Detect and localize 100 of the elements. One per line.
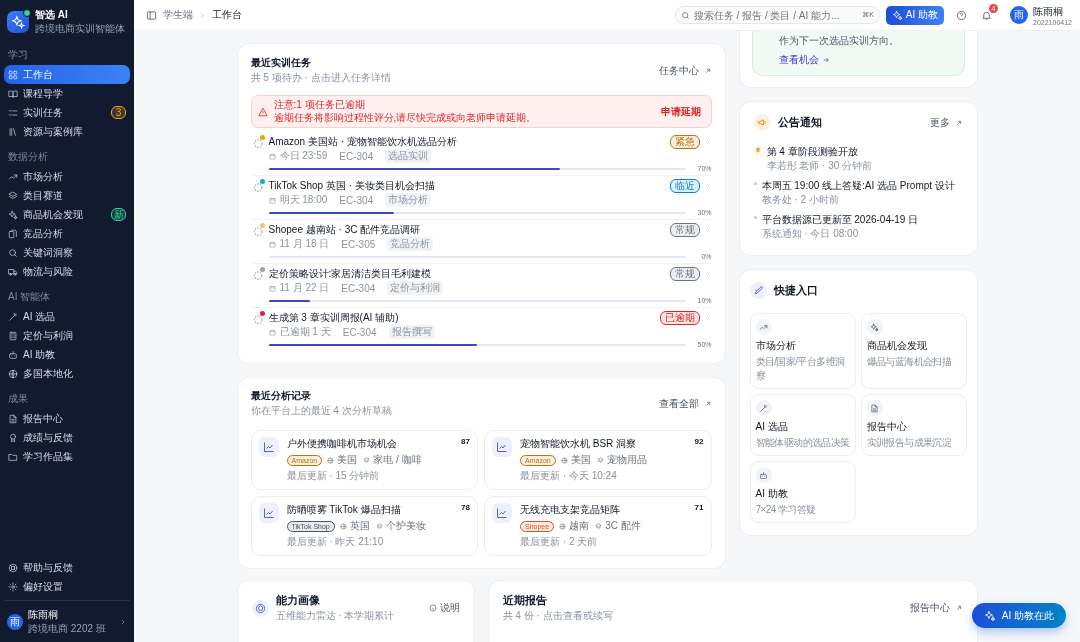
announcement-item[interactable]: 第 4 章阶段测验开放 李若彤 老师 · 30 分钟前: [753, 145, 963, 173]
globe-icon: [560, 456, 568, 464]
sidebar-item[interactable]: 多国本地化: [4, 364, 130, 383]
alert-title: 注意:1 项任务已逾期: [273, 99, 366, 112]
announcement-meta: 系统通知 · 今日 08:00: [761, 227, 860, 241]
course-code: EC-305: [341, 238, 376, 250]
documents-icon: [8, 228, 18, 239]
tile-description: 7×24 学习答疑: [755, 503, 817, 517]
arrow-up-right-icon: [954, 118, 963, 127]
breadcrumb-item[interactable]: 学生端: [163, 8, 193, 22]
announcement-title: 平台数据源已更新至 2026-04-19 日: [761, 213, 919, 227]
megaphone-icon: [753, 114, 771, 131]
record-updated: 最后更新 · 2 天前: [520, 535, 599, 549]
record-category: 个护美妆: [385, 519, 426, 533]
record-country: 英国: [349, 519, 370, 533]
sidebar-item[interactable]: 成绩与反馈: [4, 428, 130, 447]
sidebar-item[interactable]: 帮助与反馈: [4, 558, 130, 577]
opportunity-text: 作为下一次选品实训方向。: [778, 34, 900, 48]
info-icon: [428, 604, 437, 612]
report-center-link[interactable]: 报告中心: [909, 601, 963, 615]
task-title: Amazon 美国站 · 宠物智能饮水机选品分析: [268, 135, 458, 149]
card-title: 公告通知: [777, 115, 822, 130]
more-link[interactable]: 更多: [929, 115, 963, 130]
quick-entry-tile[interactable]: 报告中心 实训报告与成果沉淀: [860, 394, 967, 456]
announcement-item[interactable]: 本周五 19:00 线上答疑:AI 选品 Prompt 设计 教务处 · 2 小时前: [753, 179, 963, 207]
grid-icon: [8, 69, 18, 80]
user-class: 跨境电商 2202 班: [28, 622, 107, 636]
record-updated: 最后更新 · 15 分钟前: [286, 469, 381, 483]
sidebar-toggle-icon[interactable]: [146, 9, 157, 21]
sidebar-item[interactable]: AI 助教: [4, 345, 130, 364]
task-tag: 竞品分析: [387, 237, 434, 251]
task-due: 11 月 22 日: [279, 281, 330, 295]
card-title: 最近分析记录: [250, 389, 312, 403]
sidebar-item[interactable]: 物流与风险: [4, 262, 130, 281]
extension-link[interactable]: 申请延期: [660, 104, 701, 119]
quick-entry-tile[interactable]: 商品机会发现 爆品与蓝海机会扫描: [860, 313, 967, 389]
task-tag: 报告撰写: [388, 325, 435, 339]
record-score: 78: [461, 503, 470, 514]
view-all-link[interactable]: 查看全部: [658, 389, 712, 411]
sidebar-item[interactable]: AI 选品: [4, 307, 130, 326]
sidebar-item[interactable]: 偏好设置: [4, 577, 130, 596]
arrow-up-right-icon: [703, 400, 712, 408]
sidebar-item[interactable]: 定价与利润: [4, 326, 130, 345]
sidebar-item[interactable]: 市场分析: [4, 167, 130, 186]
calendar-icon: [268, 240, 276, 248]
sidebar-item[interactable]: 类目赛道: [4, 186, 130, 205]
help-icon[interactable]: [956, 9, 968, 21]
course-code: EC-304: [341, 282, 376, 294]
card-title: 快捷入口: [773, 283, 818, 298]
sidebar-item[interactable]: 商品机会发现 新: [4, 205, 130, 224]
sidebar-item[interactable]: 实训任务 3: [4, 103, 130, 122]
task-tag: 选品实训: [385, 149, 432, 163]
record-updated: 最后更新 · 今天 10:24: [520, 469, 618, 483]
announcement-item[interactable]: 平台数据源已更新至 2026-04-19 日 系统通知 · 今日 08:00: [753, 213, 963, 241]
nav-section-title: AI 智能体: [7, 290, 52, 304]
arrow-up-right-icon: [954, 604, 963, 612]
sidebar-item[interactable]: 课程导学: [4, 84, 130, 103]
globe-icon: [559, 522, 567, 530]
record-category: 3C 配件: [605, 519, 641, 533]
sidebar-item[interactable]: 报告中心: [4, 409, 130, 428]
task-tag: 市场分析: [385, 193, 432, 207]
sidebar-item[interactable]: 资源与案例库: [4, 122, 130, 141]
layers-icon: [375, 522, 383, 530]
view-opportunity-link[interactable]: 查看机会: [778, 53, 954, 67]
chevron-right-icon: [199, 11, 206, 19]
quick-entry-tile[interactable]: AI 选品 智能体驱动的选品决策: [749, 394, 856, 456]
quick-entry-tile[interactable]: AI 助教 7×24 学习答疑: [749, 461, 856, 523]
task-due: 今日 23:59: [279, 149, 328, 163]
bell-icon[interactable]: [981, 9, 993, 21]
book-icon: [8, 88, 18, 99]
task-center-link[interactable]: 任务中心: [658, 56, 712, 78]
sidebar-item[interactable]: 竞品分析: [4, 224, 130, 243]
card-subtitle: 共 5 项待办 · 点击进入任务详情: [250, 71, 391, 85]
card-subtitle: 共 4 份 · 点击查看或续写: [502, 609, 613, 623]
priority-tag: 已逾期: [659, 311, 700, 325]
tile-title: 商品机会发现: [866, 339, 928, 353]
tile-title: 市场分析: [755, 339, 797, 353]
globe-icon: [327, 456, 335, 464]
card-title: 近期报告: [502, 593, 548, 608]
tile-title: AI 选品: [755, 420, 789, 434]
radar-icon: [251, 599, 269, 617]
priority-tag: 临近: [669, 179, 700, 193]
sidebar-item[interactable]: 工作台: [4, 65, 130, 84]
trend-icon: [759, 322, 768, 332]
nav-badge: 3: [111, 106, 126, 119]
user-name: 陈雨桐: [1033, 4, 1065, 19]
sidebar-item[interactable]: 关键词洞察: [4, 243, 130, 262]
quick-entry-tile[interactable]: 市场分析 类目/国家/平台多维洞察: [749, 313, 856, 389]
info-link[interactable]: 说明: [428, 601, 460, 615]
tile-description: 爆品与蓝海机会扫描: [866, 355, 953, 369]
task-title: Shopee 越南站 · 3C 配件竞品调研: [268, 223, 422, 237]
ai-assistant-button[interactable]: AI 助教: [885, 5, 945, 25]
ai-assistant-button[interactable]: AI 助教在此: [971, 603, 1066, 628]
task-tag: 定价与利润: [387, 281, 444, 295]
sidebar-item[interactable]: 学习作品集: [4, 447, 130, 466]
layers-icon: [596, 456, 604, 464]
library-icon: [8, 126, 18, 137]
user-name: 陈雨桐: [28, 608, 59, 622]
user-avatar[interactable]: 雨: [1010, 6, 1029, 24]
layers-icon: [8, 190, 18, 201]
